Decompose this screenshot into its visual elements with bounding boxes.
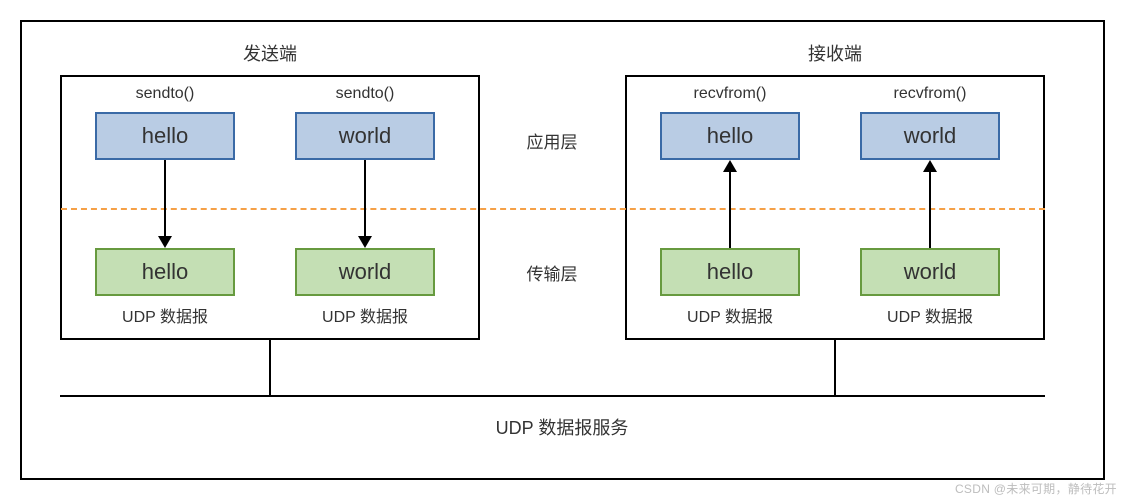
sender-arrow-head-2 bbox=[358, 236, 372, 248]
conn-receiver-stub bbox=[834, 340, 836, 395]
receiver-dgram-label-1: UDP 数据报 bbox=[650, 303, 810, 327]
sender-title: 发送端 bbox=[210, 40, 330, 66]
sender-dgram-label-2: UDP 数据报 bbox=[285, 303, 445, 327]
conn-sender-stub bbox=[269, 340, 271, 395]
trans-layer-label: 传输层 bbox=[512, 260, 592, 285]
receiver-arrow-head-1 bbox=[723, 160, 737, 172]
sender-dgram-label-1: UDP 数据报 bbox=[85, 303, 245, 327]
receiver-dgram-label-2: UDP 数据报 bbox=[850, 303, 1010, 327]
sender-func-1: sendto() bbox=[95, 85, 235, 103]
receiver-arrow-head-2 bbox=[923, 160, 937, 172]
conn-bus bbox=[60, 395, 1045, 397]
sender-arrow-head-1 bbox=[158, 236, 172, 248]
receiver-trans-msg-2: world bbox=[860, 248, 1000, 296]
sender-func-2: sendto() bbox=[295, 85, 435, 103]
receiver-func-1: recvfrom() bbox=[660, 85, 800, 103]
receiver-func-2: recvfrom() bbox=[860, 85, 1000, 103]
sender-arrow-line-1 bbox=[164, 160, 166, 238]
app-layer-label: 应用层 bbox=[512, 128, 592, 153]
receiver-arrow-line-1 bbox=[729, 172, 731, 248]
receiver-trans-msg-1: hello bbox=[660, 248, 800, 296]
watermark: CSDN @未来可期，静待花开 bbox=[955, 480, 1117, 497]
sender-trans-msg-1: hello bbox=[95, 248, 235, 296]
layer-divider bbox=[61, 208, 1045, 210]
receiver-title: 接收端 bbox=[775, 40, 895, 66]
sender-arrow-line-2 bbox=[364, 160, 366, 238]
receiver-app-msg-1: hello bbox=[660, 112, 800, 160]
receiver-app-msg-2: world bbox=[860, 112, 1000, 160]
diagram-canvas: 发送端 接收端 sendto() sendto() recvfrom() rec… bbox=[0, 0, 1125, 501]
receiver-arrow-line-2 bbox=[929, 172, 931, 248]
sender-trans-msg-2: world bbox=[295, 248, 435, 296]
service-label: UDP 数据报服务 bbox=[462, 414, 662, 440]
sender-app-msg-2: world bbox=[295, 112, 435, 160]
sender-app-msg-1: hello bbox=[95, 112, 235, 160]
